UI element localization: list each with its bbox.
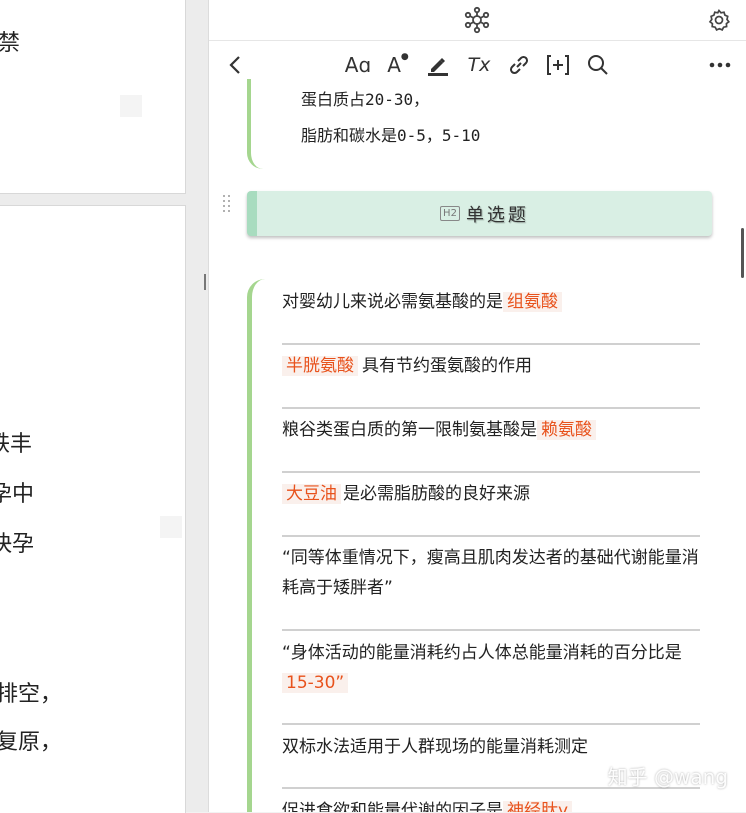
scrollbar[interactable] (741, 228, 744, 278)
chevron-left-icon[interactable] (223, 53, 247, 77)
document-pane: 禁 铁丰 孕中 快孕 排空， 复原， (0, 0, 208, 813)
clear-format-icon[interactable]: Tx (465, 51, 493, 79)
heading-title: 单选题 (465, 204, 529, 226)
top-bar (209, 0, 746, 41)
faded-mark (160, 516, 182, 538)
text-line: 脂肪和碳水是0-5，5-10 (301, 126, 481, 145)
split-handle[interactable] (204, 274, 206, 290)
document-page: 禁 (0, 0, 186, 194)
page-text-fragment: 铁丰 (0, 432, 33, 457)
item-separator (282, 723, 700, 725)
note-pane: Aɑ A ● Tx 蛋白质占20-30， 脂肪和碳水是0-5，5-10 H2 单… (209, 0, 746, 812)
list-item[interactable]: 半胱氨酸 具有节约蛋氨酸的作用 (282, 351, 700, 381)
font-style-icon[interactable]: Aɑ (343, 51, 373, 79)
graph-icon[interactable] (461, 4, 493, 36)
highlight-text: 赖氨酸 (537, 420, 596, 440)
drag-handle-icon[interactable] (223, 195, 233, 213)
note-content: 蛋白质占20-30， 脂肪和碳水是0-5，5-10 H2 单选题 对婴幼儿来说必… (209, 79, 746, 812)
item-separator (282, 407, 700, 409)
page-text-fragment: 排空， (0, 682, 63, 707)
question-block: 对婴幼儿来说必需氨基酸的是 组氨酸 半胱氨酸 具有节约蛋氨酸的作用 粮谷类蛋白质的第… (247, 279, 712, 812)
search-icon[interactable] (584, 51, 612, 79)
highlight-text: 半胱氨酸 (282, 356, 358, 376)
highlight-text: 大豆油 (282, 484, 341, 504)
add-block-icon[interactable] (544, 51, 572, 79)
text-line: 蛋白质占20-30， (301, 90, 430, 109)
link-icon[interactable] (505, 51, 533, 79)
page-text-fragment: 复原， (0, 730, 63, 755)
item-separator (282, 343, 700, 345)
more-icon[interactable] (707, 53, 733, 77)
highlight-text: 神经肽y (503, 801, 573, 812)
list-item[interactable]: “身体活动的能量消耗约占人体总能量消耗的百分比是15-30” (282, 638, 700, 698)
list-item[interactable]: 对婴幼儿来说必需氨基酸的是 组氨酸 (282, 287, 700, 317)
item-separator (282, 471, 700, 473)
heading-block[interactable]: H2 单选题 (247, 191, 712, 236)
watermark: 知乎 @wang (607, 765, 728, 789)
list-item[interactable]: 大豆油 是必需脂肪酸的良好来源 (282, 479, 700, 509)
highlight-text: 15-30” (282, 673, 349, 693)
highlight-text: 组氨酸 (503, 292, 562, 312)
font-color-icon[interactable]: A ● (385, 51, 411, 79)
faded-mark (120, 95, 142, 117)
list-item[interactable]: 促进食欲和能量代谢的因子是 神经肽y (282, 796, 700, 812)
gear-icon[interactable] (705, 6, 733, 34)
list-item[interactable]: “同等体重情况下，瘦高且肌肉发达者的基础代谢能量消耗高于矮胖者” (282, 543, 700, 603)
page-text-fragment: 快孕 (0, 532, 35, 557)
document-page: 铁丰 孕中 快孕 排空， 复原， (0, 205, 186, 813)
page-text-fragment: 禁 (0, 31, 21, 56)
list-item[interactable]: 双标水法适用于人群现场的能量消耗测定 (282, 732, 700, 762)
heading-level-badge: H2 (440, 206, 460, 221)
highlighter-icon[interactable] (424, 51, 452, 79)
item-separator (282, 535, 700, 537)
page-text-fragment: 孕中 (0, 482, 35, 507)
item-separator (282, 629, 700, 631)
list-item[interactable]: 粮谷类蛋白质的第一限制氨基酸是 赖氨酸 (282, 415, 700, 445)
